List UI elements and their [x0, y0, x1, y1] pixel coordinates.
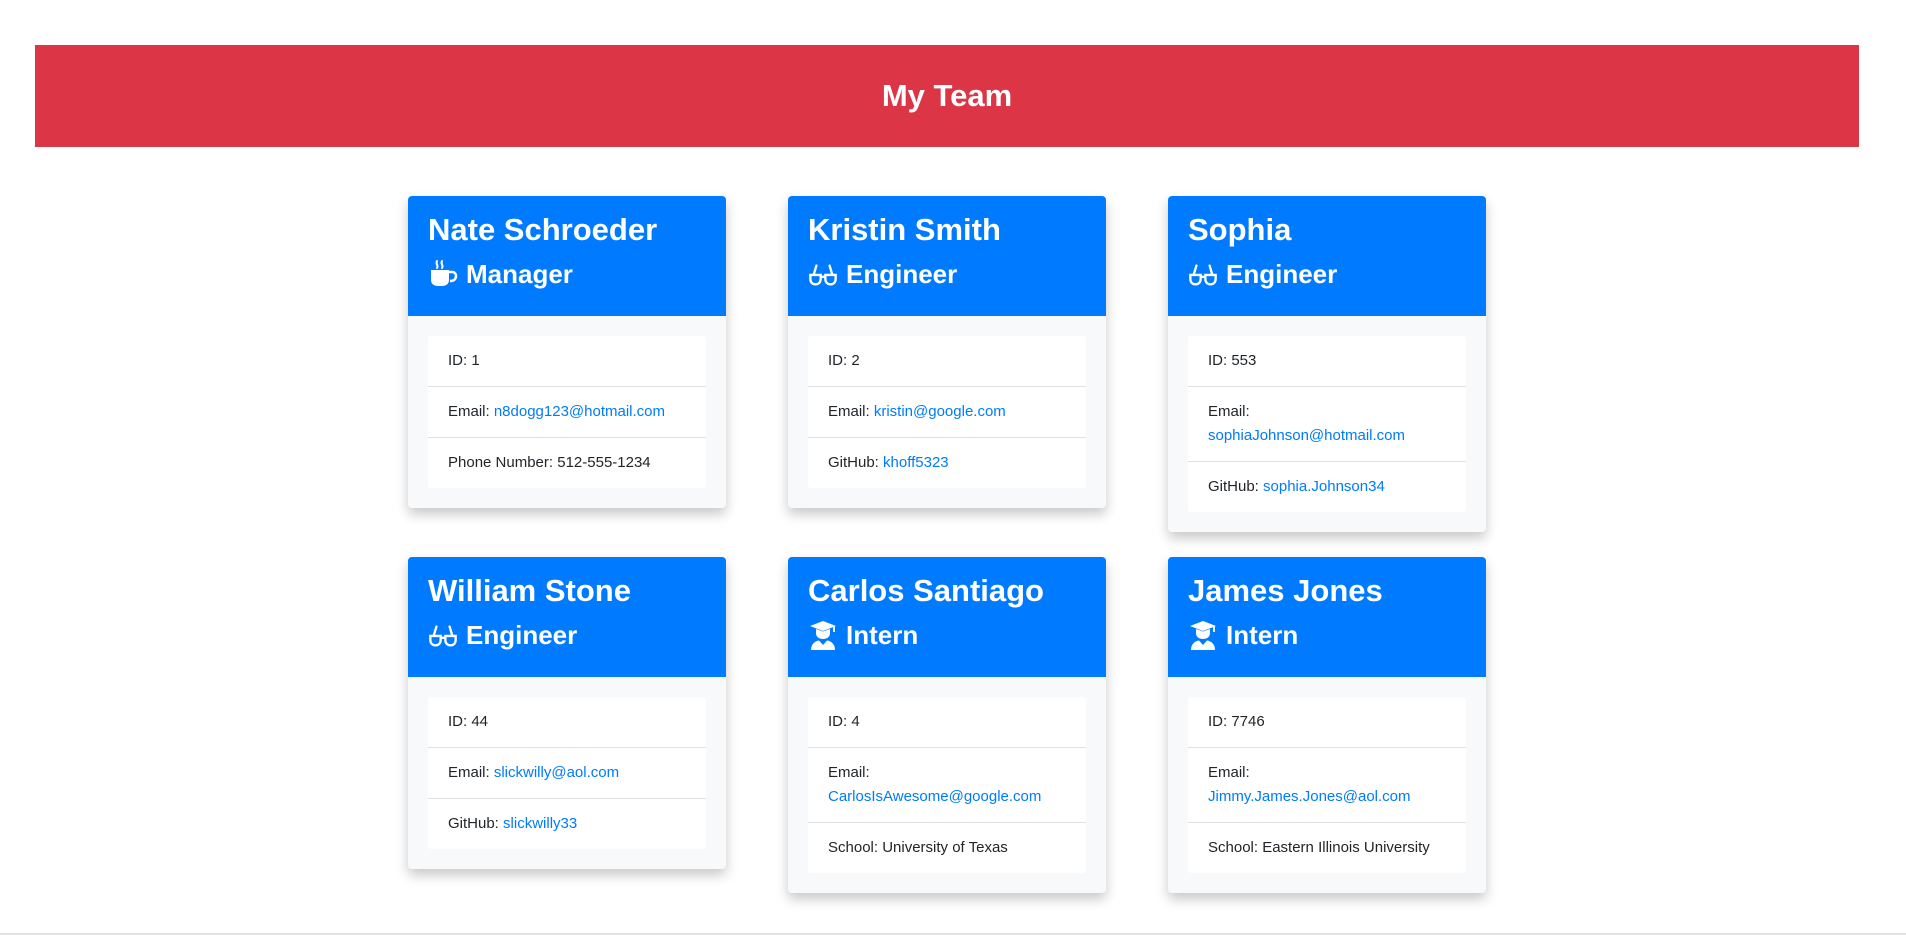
employee-id: ID: 1	[448, 352, 480, 369]
employee-name: William Stone	[428, 573, 631, 608]
employee-id: ID: 44	[448, 713, 489, 730]
employee-card-intern: James Jones Intern ID: 7746 Email: Jimmy…	[1168, 557, 1486, 893]
employee-details: ID: 4 Email: CarlosIsAwesome@google.com …	[808, 697, 1086, 873]
employee-role: Engineer	[808, 256, 1086, 292]
card-header: Sophia Engineer	[1168, 196, 1486, 316]
employee-name: Carlos Santiago	[808, 573, 1044, 608]
card-header: William Stone Engineer	[408, 557, 726, 677]
employee-email: Email: CarlosIsAwesome@google.com	[808, 747, 1086, 822]
glasses-icon	[428, 620, 458, 650]
employee-phone: Phone Number: 512-555-1234	[428, 437, 706, 488]
employee-id: ID: 7746	[1208, 713, 1265, 730]
card-body: ID: 1 Email: n8dogg123@hotmail.com Phone…	[408, 316, 726, 508]
card-body: ID: 7746 Email: Jimmy.James.Jones@aol.co…	[1168, 677, 1486, 893]
card-body: ID: 2 Email: kristin@google.com GitHub: …	[788, 316, 1106, 508]
role-label: Engineer	[466, 620, 578, 650]
employee-role: Engineer	[428, 617, 706, 653]
graduate-icon	[1188, 620, 1218, 650]
graduate-icon	[808, 620, 838, 650]
coffee-mug-icon	[428, 259, 458, 289]
card-header: James Jones Intern	[1168, 557, 1486, 677]
role-label: Engineer	[846, 259, 958, 289]
github-link[interactable]: sophia.Johnson34	[1263, 478, 1385, 495]
employee-school: School: University of Texas	[808, 822, 1086, 873]
glasses-icon	[1188, 259, 1218, 289]
employee-github: GitHub: khoff5323	[808, 437, 1086, 488]
role-label: Engineer	[1226, 259, 1338, 289]
email-link[interactable]: Jimmy.James.Jones@aol.com	[1208, 788, 1411, 805]
employee-card-engineer: Sophia Engineer ID: 553 Email: sophiaJoh	[1168, 196, 1486, 532]
email-link[interactable]: slickwilly@aol.com	[494, 764, 619, 781]
team-grid: Nate Schroeder Manager ID: 1 Email: n8do…	[408, 196, 1486, 893]
employee-email: Email: sophiaJohnson@hotmail.com	[1188, 386, 1466, 461]
github-link[interactable]: slickwilly33	[503, 815, 577, 832]
employee-card-intern: Carlos Santiago Intern ID: 4 Email: Carl…	[788, 557, 1106, 893]
employee-card-manager: Nate Schroeder Manager ID: 1 Email: n8do…	[408, 196, 726, 508]
team-header-banner: My Team	[35, 45, 1859, 147]
employee-github: GitHub: slickwilly33	[428, 798, 706, 849]
employee-details: ID: 1 Email: n8dogg123@hotmail.com Phone…	[428, 336, 706, 488]
card-header: Nate Schroeder Manager	[408, 196, 726, 316]
card-body: ID: 44 Email: slickwilly@aol.com GitHub:…	[408, 677, 726, 869]
email-link[interactable]: sophiaJohnson@hotmail.com	[1208, 427, 1405, 444]
page-title: My Team	[881, 78, 1013, 113]
card-header: Carlos Santiago Intern	[788, 557, 1106, 677]
employee-role: Manager	[428, 256, 706, 292]
card-header: Kristin Smith Engineer	[788, 196, 1106, 316]
employee-details: ID: 7746 Email: Jimmy.James.Jones@aol.co…	[1188, 697, 1466, 873]
employee-name: Sophia	[1188, 212, 1292, 247]
role-label: Manager	[466, 259, 573, 289]
employee-email: Email: Jimmy.James.Jones@aol.com	[1188, 747, 1466, 822]
employee-id: ID: 2	[828, 352, 860, 369]
employee-role: Engineer	[1188, 256, 1466, 292]
employee-email: Email: n8dogg123@hotmail.com	[428, 386, 706, 437]
employee-school: School: Eastern Illinois University	[1188, 822, 1466, 873]
email-link[interactable]: kristin@google.com	[874, 403, 1006, 420]
employee-card-engineer: William Stone Engineer ID: 44 Email: sli	[408, 557, 726, 869]
employee-email: Email: slickwilly@aol.com	[428, 747, 706, 798]
card-body: ID: 553 Email: sophiaJohnson@hotmail.com…	[1168, 316, 1486, 532]
role-label: Intern	[1226, 620, 1299, 650]
role-label: Intern	[846, 620, 919, 650]
employee-id: ID: 553	[1208, 352, 1257, 369]
email-link[interactable]: CarlosIsAwesome@google.com	[828, 788, 1041, 805]
glasses-icon	[808, 259, 838, 289]
employee-name: Kristin Smith	[808, 212, 1001, 247]
github-link[interactable]: khoff5323	[883, 454, 949, 471]
employee-details: ID: 553 Email: sophiaJohnson@hotmail.com…	[1188, 336, 1466, 512]
employee-id: ID: 4	[828, 713, 860, 730]
employee-role: Intern	[808, 617, 1086, 653]
employee-details: ID: 44 Email: slickwilly@aol.com GitHub:…	[428, 697, 706, 849]
employee-email: Email: kristin@google.com	[808, 386, 1086, 437]
employee-github: GitHub: sophia.Johnson34	[1188, 461, 1466, 512]
email-link[interactable]: n8dogg123@hotmail.com	[494, 403, 665, 420]
card-body: ID: 4 Email: CarlosIsAwesome@google.com …	[788, 677, 1106, 893]
employee-name: James Jones	[1188, 573, 1383, 608]
employee-name: Nate Schroeder	[428, 212, 658, 247]
employee-card-engineer: Kristin Smith Engineer ID: 2 Email: kris	[788, 196, 1106, 508]
employee-role: Intern	[1188, 617, 1466, 653]
employee-details: ID: 2 Email: kristin@google.com GitHub: …	[808, 336, 1086, 488]
